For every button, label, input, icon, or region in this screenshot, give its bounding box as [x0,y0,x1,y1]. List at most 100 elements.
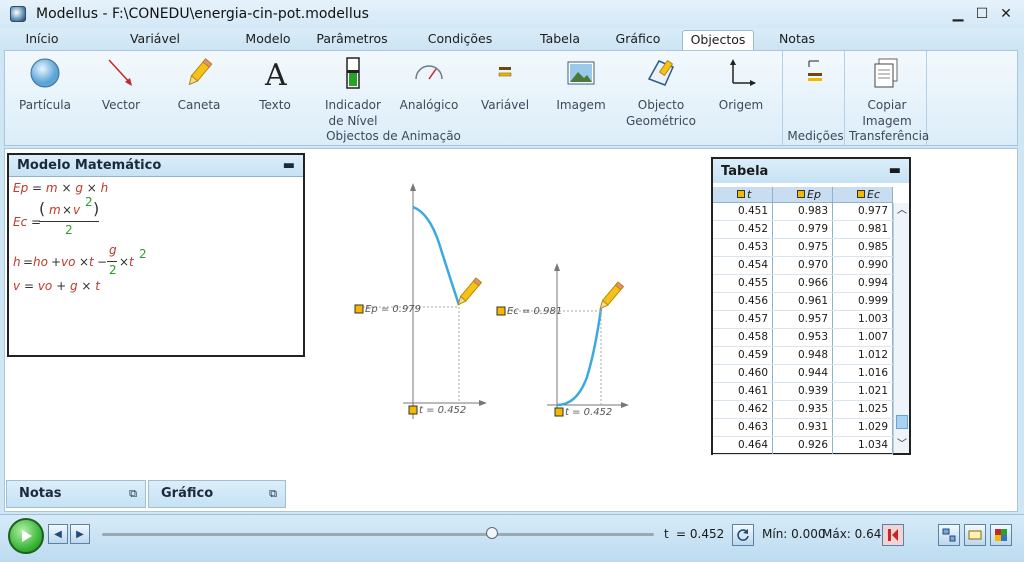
notas-collapsed-panel[interactable]: Notas ⧉ [6,480,146,508]
table-cell[interactable]: 1.034 [833,437,893,454]
medicoes-button[interactable] [787,55,843,97]
table-cell[interactable]: 0.957 [773,311,833,328]
tab-modelo[interactable]: Modelo [240,30,296,50]
table-cell[interactable]: 0.461 [713,383,773,400]
table-row[interactable]: 0.457 0.957 1.003 [713,311,893,329]
table-cell[interactable]: 1.012 [833,347,893,364]
table-row[interactable]: 0.458 0.953 1.007 [713,329,893,347]
table-cell[interactable]: 0.458 [713,329,773,346]
table-cell[interactable]: 0.979 [773,221,833,238]
vector-button[interactable]: Vector [85,55,157,113]
step-forward-button[interactable]: ▶ [70,524,90,544]
table-cell[interactable]: 0.456 [713,293,773,310]
tab-tabela[interactable]: Tabela [534,30,586,50]
table-cell[interactable]: 0.975 [773,239,833,256]
ec-marker[interactable] [496,306,506,316]
table-cell[interactable]: 0.457 [713,311,773,328]
tab-condicoes-iniciais[interactable]: Condições Iniciais [406,30,514,64]
minimize-button[interactable]: ▁ [946,4,970,24]
table-row[interactable]: 0.453 0.975 0.985 [713,239,893,257]
table-cell[interactable]: 0.459 [713,347,773,364]
table-row[interactable]: 0.451 0.983 0.977 [713,203,893,221]
table-row[interactable]: 0.462 0.935 1.025 [713,401,893,419]
table-cell[interactable]: 0.953 [773,329,833,346]
scroll-thumb[interactable] [896,415,908,429]
table-cell[interactable]: 0.463 [713,419,773,436]
tab-objectos[interactable]: Objectos [682,30,754,50]
maximize-button[interactable]: ☐ [970,4,994,24]
table-row[interactable]: 0.460 0.944 1.016 [713,365,893,383]
tab-inicio[interactable]: Início [14,30,70,50]
indicador-nivel-button[interactable]: Indicador de Nível [317,55,389,129]
column-header-t[interactable]: t [713,187,773,202]
ep-t-marker[interactable] [408,405,418,415]
tab-notas[interactable]: Notas [774,30,820,50]
table-scrollbar[interactable]: ︿ ﹀ [893,203,909,453]
table-row[interactable]: 0.464 0.926 1.034 [713,437,893,455]
table-cell[interactable]: 1.029 [833,419,893,436]
ec-graph[interactable]: Ec = 0.981 t = 0.452 [489,259,649,425]
grafico-collapsed-panel[interactable]: Gráfico ⧉ [148,480,286,508]
minimize-table-icon[interactable]: ▬ [889,163,901,178]
caneta-button[interactable]: Caneta [163,55,235,113]
tab-parametros[interactable]: Parâmetros [314,30,390,50]
restore-icon[interactable]: ⧉ [269,481,277,507]
scroll-up-icon[interactable]: ︿ [894,203,910,219]
reset-limits-button[interactable] [882,524,904,546]
table-cell[interactable]: 0.464 [713,437,773,454]
workspace[interactable]: Modelo Matemático ▬ Ep = m × g × h Ec = … [4,148,1018,512]
table-cell[interactable]: 0.970 [773,257,833,274]
table-row[interactable]: 0.452 0.979 0.981 [713,221,893,239]
table-cell[interactable]: 0.460 [713,365,773,382]
table-cell[interactable]: 0.977 [833,203,893,220]
table-cell[interactable]: 0.985 [833,239,893,256]
table-cell[interactable]: 0.944 [773,365,833,382]
restore-icon[interactable]: ⧉ [129,481,137,507]
table-row[interactable]: 0.463 0.931 1.029 [713,419,893,437]
copiar-imagem-button[interactable]: Copiar Imagem [851,55,923,129]
table-cell[interactable]: 0.981 [833,221,893,238]
time-slider-track[interactable] [102,533,654,536]
table-cell[interactable]: 0.983 [773,203,833,220]
table-cell[interactable]: 0.926 [773,437,833,454]
column-header-ec[interactable]: Ec [833,187,893,202]
table-cell[interactable]: 0.453 [713,239,773,256]
close-button[interactable]: ✕ [994,4,1018,24]
ep-marker[interactable] [354,304,364,314]
play-button[interactable] [8,518,44,554]
imagem-button[interactable]: Imagem [545,55,617,113]
table-cell[interactable]: 0.990 [833,257,893,274]
table-cell[interactable]: 0.948 [773,347,833,364]
origem-button[interactable]: Origem [705,55,777,113]
minimize-panel-icon[interactable]: ▬ [283,158,295,173]
table-row[interactable]: 0.456 0.961 0.999 [713,293,893,311]
texto-button[interactable]: A Texto [239,55,311,113]
table-cell[interactable]: 0.966 [773,275,833,292]
equation-v[interactable]: v = vo + g × t [13,279,100,293]
table-cell[interactable]: 0.452 [713,221,773,238]
table-cell[interactable]: 0.935 [773,401,833,418]
column-header-ep[interactable]: Ep [773,187,833,202]
step-back-button[interactable]: ◀ [48,524,68,544]
objecto-geometrico-button[interactable]: Objecto Geométrico [625,55,697,129]
table-cell[interactable]: 0.939 [773,383,833,400]
ec-t-marker[interactable] [554,407,564,417]
table-cell[interactable]: 1.007 [833,329,893,346]
table-cell[interactable]: 0.931 [773,419,833,436]
time-slider-thumb[interactable] [485,527,498,539]
table-cell[interactable]: 1.016 [833,365,893,382]
table-cell[interactable]: 1.025 [833,401,893,418]
table-cell[interactable]: 0.462 [713,401,773,418]
view-layout-3-button[interactable] [990,524,1012,546]
equation-ep[interactable]: Ep = m × g × h [13,181,108,195]
table-cell[interactable]: 0.455 [713,275,773,292]
table-row[interactable]: 0.455 0.966 0.994 [713,275,893,293]
table-cell[interactable]: 1.021 [833,383,893,400]
table-row[interactable]: 0.459 0.948 1.012 [713,347,893,365]
view-layout-1-button[interactable] [938,524,960,546]
ep-graph[interactable]: Ep = 0.979 t = 0.452 [345,179,505,429]
variavel-button[interactable]: Variável [469,55,541,113]
equation-h[interactable]: h = ho + vo × t − g 2 × t 2 [13,243,173,279]
tab-variavel-independente[interactable]: Variável Independente [88,30,222,64]
table-cell[interactable]: 0.999 [833,293,893,310]
